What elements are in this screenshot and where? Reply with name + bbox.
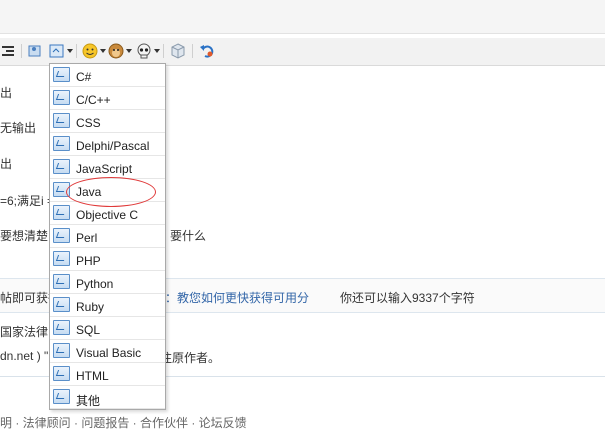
code-icon xyxy=(53,389,70,404)
menu-item-sql[interactable]: SQL xyxy=(50,317,165,340)
code-icon xyxy=(53,90,70,105)
code-icon xyxy=(53,366,70,381)
editor-line: 无输出 xyxy=(0,121,37,135)
menu-item-label: Ruby xyxy=(76,300,105,314)
code-icon xyxy=(53,251,70,266)
code-icon xyxy=(53,205,70,220)
code-language-menu: C# C/C++ CSS Delphi/Pascal JavaScript Java Obj… xyxy=(49,63,166,410)
monkey-emoticon-icon[interactable] xyxy=(108,42,132,60)
editor-toolbar xyxy=(0,38,605,66)
editor-line: 要什么 xyxy=(170,229,207,243)
notice-line: 国家法律 xyxy=(0,325,49,339)
code-icon xyxy=(53,67,70,82)
menu-item-c-c-[interactable]: C/C++ xyxy=(50,87,165,110)
menu-item-css[interactable]: CSS xyxy=(50,110,165,133)
menu-item-label: Objective C xyxy=(76,208,139,222)
editor-line: =6;满足i = xyxy=(0,194,55,208)
code-insert-icon[interactable] xyxy=(49,42,73,60)
notice-line: dn.net ) " xyxy=(0,349,49,363)
code-icon xyxy=(53,228,70,243)
code-icon xyxy=(53,159,70,174)
menu-item-javascript[interactable]: JavaScript xyxy=(50,156,165,179)
editor-line: 出 xyxy=(0,86,13,100)
menu-item-html[interactable]: HTML xyxy=(50,363,165,386)
footer-links[interactable]: 明 · 法律顾问 · 问题报告 · 合作伙伴 · 论坛反馈 xyxy=(0,414,247,431)
menu-item-label: C/C++ xyxy=(76,93,111,107)
menu-item--[interactable]: 其他 xyxy=(50,386,165,409)
menu-item-c-[interactable]: C# xyxy=(50,64,165,87)
code-icon xyxy=(53,274,70,289)
code-icon xyxy=(53,297,70,312)
skull-emoticon-icon[interactable] xyxy=(136,42,160,60)
chevron-down-icon xyxy=(100,49,106,53)
align-icon[interactable] xyxy=(2,42,14,60)
chevron-down-icon xyxy=(154,49,160,53)
help-link[interactable]: ：教您如何更快获得可用分 xyxy=(165,289,309,306)
menu-item-php[interactable]: PHP xyxy=(50,248,165,271)
menu-item-label: Python xyxy=(76,277,114,291)
code-icon xyxy=(53,136,70,151)
menu-item-label: PHP xyxy=(76,254,101,268)
chevron-down-icon xyxy=(67,49,73,53)
cube-icon[interactable] xyxy=(170,42,186,60)
menu-item-label: Perl xyxy=(76,231,98,245)
char-remaining: 你还可以输入9337个字符 xyxy=(340,291,475,305)
code-icon xyxy=(53,320,70,335)
emoticon-icon[interactable] xyxy=(82,42,106,60)
menu-item-label: HTML xyxy=(76,369,109,383)
toolbar-separator xyxy=(192,44,193,58)
menu-item-label: Delphi/Pascal xyxy=(76,139,150,153)
menu-item-visual-basic[interactable]: Visual Basic xyxy=(50,340,165,363)
toolbar-separator xyxy=(76,44,77,58)
top-strip xyxy=(0,0,605,34)
menu-item-label: JavaScript xyxy=(76,162,133,176)
menu-item-python[interactable]: Python xyxy=(50,271,165,294)
undo-icon[interactable] xyxy=(199,42,215,60)
menu-item-label: 其他 xyxy=(76,394,101,408)
highlight-annotation xyxy=(66,177,156,207)
menu-item-label: CSS xyxy=(76,116,101,130)
menu-item-label: C# xyxy=(76,70,92,84)
menu-item-ruby[interactable]: Ruby xyxy=(50,294,165,317)
editor-line: 出 xyxy=(0,157,13,171)
code-icon xyxy=(53,343,70,358)
toolbar-separator xyxy=(163,44,164,58)
menu-item-label: SQL xyxy=(76,323,101,337)
menu-item-perl[interactable]: Perl xyxy=(50,225,165,248)
code-icon xyxy=(53,113,70,128)
toolbar-separator xyxy=(21,44,22,58)
menu-item-delphi-pascal[interactable]: Delphi/Pascal xyxy=(50,133,165,156)
menu-item-label: Visual Basic xyxy=(76,346,142,360)
chevron-down-icon xyxy=(126,49,132,53)
notice-line: 注原作者。 xyxy=(160,351,221,365)
image-icon[interactable] xyxy=(27,42,43,60)
